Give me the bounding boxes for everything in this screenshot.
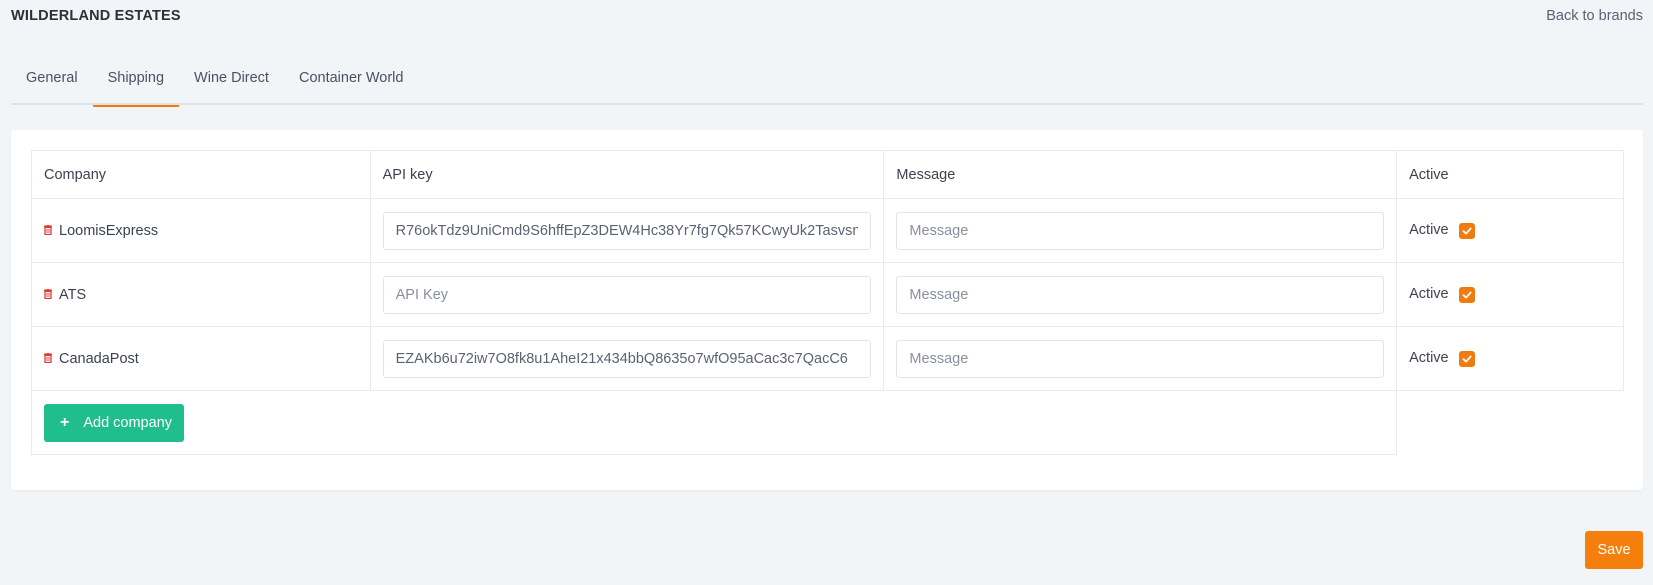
api-key-cell <box>369 198 885 263</box>
table-header-row: Company API key Message Active <box>31 150 1624 199</box>
add-company-row: + Add company <box>30 390 1624 455</box>
table-row: LoomisExpress Active <box>31 198 1624 263</box>
api-key-cell <box>369 262 885 327</box>
column-header-message: Message <box>883 150 1398 199</box>
active-label: Active <box>1409 222 1449 239</box>
company-name: CanadaPost <box>59 350 139 367</box>
tab-container-world[interactable]: Container World <box>284 56 419 105</box>
add-company-button[interactable]: + Add company <box>44 403 185 442</box>
empty-cell <box>1396 390 1624 455</box>
company-name: LoomisExpress <box>59 222 159 239</box>
active-checkbox[interactable] <box>1458 222 1475 239</box>
back-to-brands-link[interactable]: Back to brands <box>1546 8 1643 24</box>
api-key-input[interactable] <box>382 275 872 314</box>
company-cell: CanadaPost <box>31 326 371 391</box>
active-checkbox[interactable] <box>1458 286 1475 303</box>
shipping-companies-table: Company API key Message Active LoomisExp… <box>30 150 1624 455</box>
brand-title: WILDERLAND ESTATES <box>11 8 181 24</box>
api-key-input[interactable] <box>382 339 872 378</box>
active-cell: Active <box>1396 198 1624 263</box>
column-header-company: Company <box>31 150 371 199</box>
company-cell: ATS <box>31 262 371 327</box>
tab-bar: General Shipping Wine Direct Container W… <box>11 56 1643 107</box>
plus-icon: + <box>60 413 70 431</box>
shipping-card: Company API key Message Active LoomisExp… <box>11 130 1643 490</box>
tab-general[interactable]: General <box>11 56 93 105</box>
active-cell: Active <box>1396 326 1624 391</box>
column-header-active: Active <box>1396 150 1624 199</box>
active-checkbox[interactable] <box>1458 350 1475 367</box>
trash-icon[interactable] <box>44 351 52 363</box>
message-input[interactable] <box>896 339 1385 378</box>
add-company-label: Add company <box>83 414 173 431</box>
add-company-cell: + Add company <box>30 390 1398 455</box>
message-cell <box>883 262 1398 327</box>
checkmark-icon <box>1462 291 1472 299</box>
message-cell <box>883 326 1398 391</box>
checkmark-icon <box>1462 227 1472 235</box>
message-input[interactable] <box>896 275 1385 314</box>
api-key-cell <box>369 326 885 391</box>
trash-icon[interactable] <box>44 223 52 235</box>
company-cell: LoomisExpress <box>31 198 371 263</box>
table-row: ATS Active <box>31 262 1624 327</box>
active-label: Active <box>1409 350 1449 367</box>
active-label: Active <box>1409 286 1449 303</box>
checkmark-icon <box>1462 355 1472 363</box>
table-row: CanadaPost Active <box>31 326 1624 391</box>
save-button[interactable]: Save <box>1585 531 1643 569</box>
active-cell: Active <box>1396 262 1624 327</box>
trash-icon[interactable] <box>44 287 52 299</box>
tab-wine-direct[interactable]: Wine Direct <box>179 56 284 105</box>
tab-shipping[interactable]: Shipping <box>92 56 180 107</box>
message-cell <box>883 198 1398 263</box>
message-input[interactable] <box>896 211 1385 250</box>
company-name: ATS <box>59 286 87 303</box>
api-key-input[interactable] <box>382 211 872 250</box>
column-header-api-key: API key <box>369 150 885 199</box>
